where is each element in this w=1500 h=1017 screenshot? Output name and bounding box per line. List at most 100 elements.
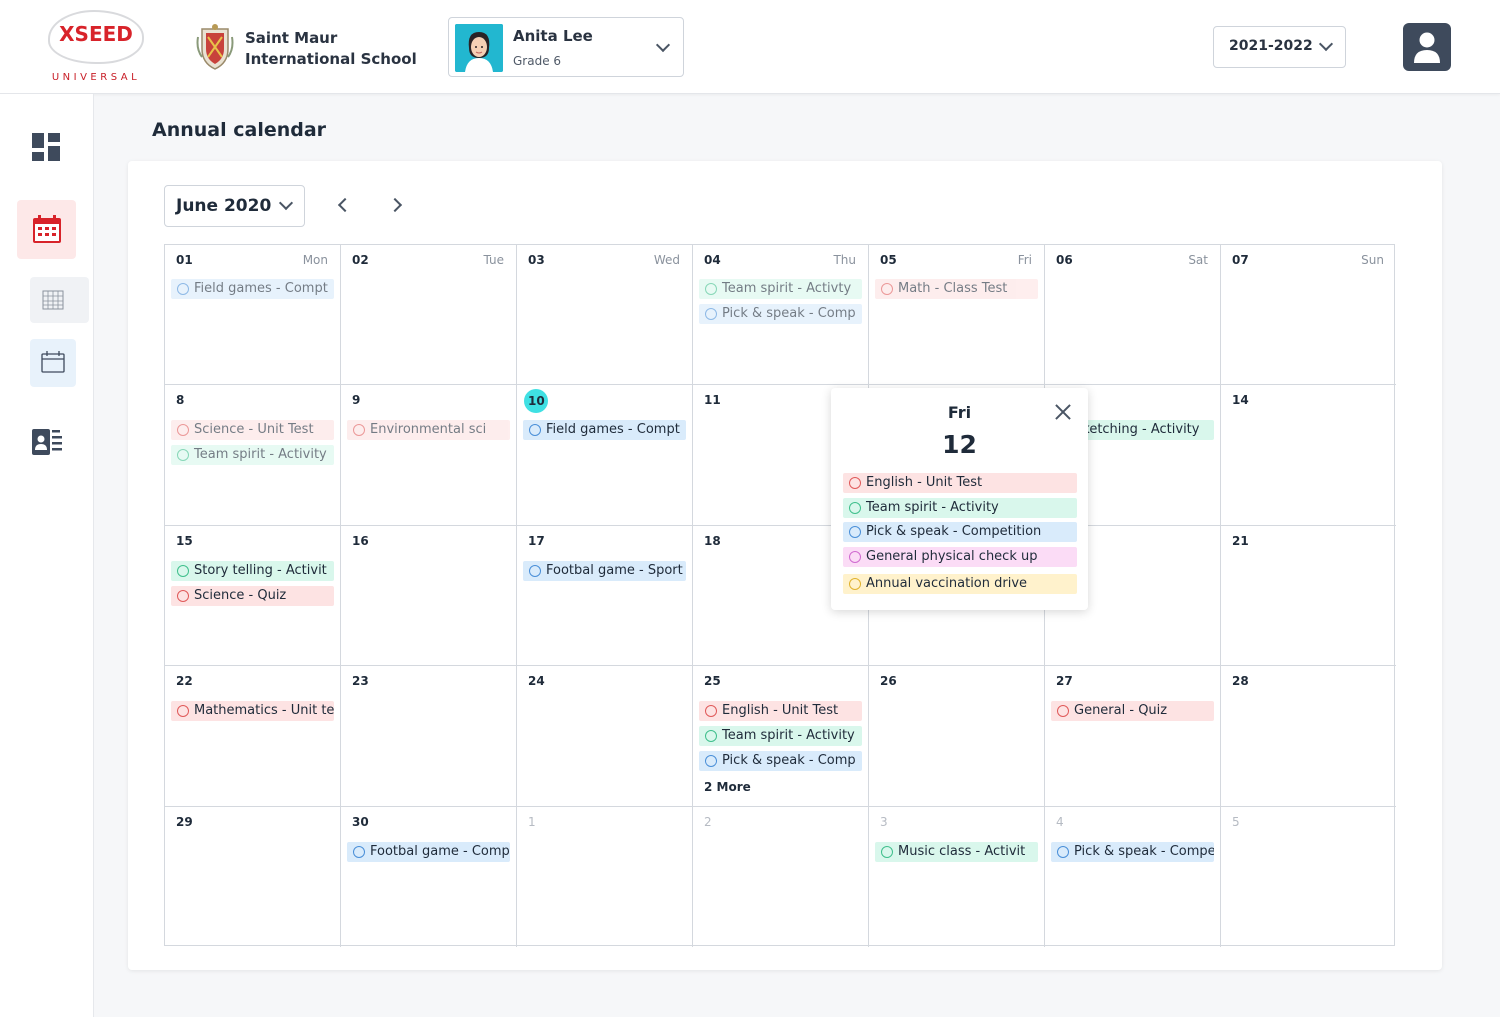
- calendar-day-cell[interactable]: 28: [1221, 666, 1396, 807]
- calendar-day-cell[interactable]: 10 Field games - Compt: [517, 385, 693, 526]
- popup-event[interactable]: Annual vaccination drive: [843, 574, 1077, 594]
- calendar-day-cell[interactable]: 07 Sun: [1221, 245, 1396, 386]
- calendar-event[interactable]: Field games - Compt: [171, 279, 334, 299]
- chevron-down-icon: [655, 37, 671, 53]
- calendar-day-cell[interactable]: 06 Sat: [1045, 245, 1221, 386]
- calendar-event[interactable]: Science - Unit Test: [171, 420, 334, 441]
- calendar-event[interactable]: Team spirit - Activty: [699, 279, 862, 299]
- event-label: Team spirit - Activity: [194, 447, 327, 463]
- event-label: Field games - Compt: [546, 422, 680, 438]
- calendar-event[interactable]: Footbal game - Compt: [347, 841, 510, 862]
- popup-event[interactable]: Pick & speak - Competition: [843, 522, 1077, 542]
- event-status-icon: [177, 589, 189, 602]
- weekday-label: Fri: [1017, 253, 1032, 267]
- calendar-day-cell[interactable]: 2: [693, 806, 869, 947]
- user-icon: [1414, 32, 1440, 63]
- calendar-day-cell[interactable]: 16: [341, 525, 517, 667]
- calendar-day-cell[interactable]: 15 Story telling - Activit Science - Quiz: [165, 525, 341, 667]
- planner-icon: [41, 351, 65, 373]
- profile-button[interactable]: [1403, 23, 1451, 71]
- calendar-day-cell[interactable]: 21: [1221, 526, 1396, 667]
- day-number: 02: [352, 253, 369, 267]
- more-events-link[interactable]: 2 More: [704, 780, 751, 794]
- event-label: Sketching - Activity: [1074, 422, 1200, 438]
- event-label: Footbal game - Compt: [370, 843, 510, 859]
- calendar-day-cell[interactable]: 1: [517, 806, 693, 947]
- next-month-button[interactable]: [383, 193, 407, 217]
- nav-report-card[interactable]: [17, 412, 76, 471]
- event-label: English - Unit Test: [722, 703, 839, 719]
- event-label: Pick & speak - Comp: [722, 753, 856, 769]
- calendar-day-cell[interactable]: 29: [165, 806, 341, 947]
- calendar-event[interactable]: Footbal game - Sport: [523, 560, 686, 581]
- calendar-event[interactable]: General - Quiz: [1051, 701, 1214, 722]
- nav-timetable[interactable]: [30, 277, 89, 323]
- day-number: 22: [176, 674, 193, 689]
- calendar-event[interactable]: Pick & speak - Comp: [699, 304, 862, 324]
- day-number: 30: [352, 814, 369, 829]
- nav-calendar[interactable]: [17, 200, 76, 259]
- calendar-day-cell[interactable]: 17 Footbal game - Sport: [517, 525, 693, 667]
- event-status-icon: [177, 705, 189, 718]
- event-status-icon: [705, 705, 717, 718]
- calendar-day-cell[interactable]: 14: [1221, 385, 1396, 526]
- calendar-day-cell[interactable]: 23: [341, 666, 517, 807]
- calendar-event[interactable]: English - Unit Test: [699, 701, 862, 722]
- calendar-event[interactable]: Pick & speak - Comp: [699, 751, 862, 772]
- calendar-event[interactable]: Field games - Compt: [523, 420, 686, 441]
- calendar-event[interactable]: Team spirit - Activity: [699, 726, 862, 747]
- calendar-event[interactable]: Mathematics - Unit test: [171, 701, 334, 722]
- calendar-day-cell[interactable]: 30 Footbal game - Compt: [341, 806, 517, 947]
- calendar-day-cell[interactable]: 4 Pick & speak - Compet: [1045, 806, 1221, 947]
- calendar-day-cell[interactable]: 3 Music class - Activit: [869, 806, 1045, 947]
- prev-month-button[interactable]: [333, 193, 357, 217]
- popup-event[interactable]: General physical check up: [843, 547, 1077, 567]
- calendar-day-cell[interactable]: 25 English - Unit Test Team spirit - Activ…: [693, 666, 869, 807]
- event-label: Story telling - Activit: [194, 562, 327, 578]
- calendar-day-cell[interactable]: 22 Mathematics - Unit test: [165, 666, 341, 807]
- event-label: Pick & speak - Comp: [722, 306, 856, 321]
- calendar-event[interactable]: Math - Class Test: [875, 279, 1038, 299]
- calendar-day-cell[interactable]: 05 Fri Math - Class Test: [869, 245, 1045, 386]
- popup-event[interactable]: English - Unit Test: [843, 473, 1077, 493]
- calendar-day-cell[interactable]: 27 General - Quiz: [1045, 666, 1221, 807]
- calendar-day-cell[interactable]: 02 Tue: [341, 245, 517, 386]
- calendar-day-cell[interactable]: 8 Science - Unit Test Team spirit - Activi…: [165, 385, 341, 526]
- calendar-event[interactable]: Team spirit - Activity: [171, 445, 334, 466]
- calendar-event[interactable]: Science - Quiz: [171, 585, 334, 606]
- sidebar: [0, 94, 94, 1017]
- nav-dashboard[interactable]: [17, 116, 76, 175]
- academic-year-select[interactable]: 2021-2022: [1213, 26, 1346, 68]
- calendar-day-cell[interactable]: 03 Wed: [517, 245, 693, 386]
- day-number: 28: [1232, 674, 1249, 689]
- calendar-day-cell[interactable]: 24: [517, 666, 693, 807]
- event-status-icon: [705, 283, 717, 295]
- calendar-event[interactable]: Pick & speak - Compet: [1051, 841, 1214, 862]
- day-number: 01: [176, 253, 193, 267]
- calendar-event[interactable]: Environmental sci: [347, 420, 510, 441]
- close-icon[interactable]: [1053, 402, 1073, 422]
- weekday-label: Sun: [1361, 253, 1384, 267]
- chevron-left-icon: [337, 197, 353, 213]
- calendar-day-cell[interactable]: 04 Thu Team spirit - Activty Pick & speak -…: [693, 245, 869, 386]
- calendar-day-cell[interactable]: 9 Environmental sci: [341, 385, 517, 526]
- popup-event[interactable]: Team spirit - Activity: [843, 498, 1077, 518]
- student-selector[interactable]: Anita Lee Grade 6: [448, 17, 684, 77]
- page-title: Annual calendar: [152, 119, 327, 141]
- nav-planner[interactable]: [30, 339, 76, 387]
- day-number: 1: [528, 814, 536, 829]
- day-number: 27: [1056, 674, 1073, 689]
- school-name: Saint Maur International School: [245, 28, 417, 70]
- calendar-event[interactable]: Story telling - Activit: [171, 560, 334, 581]
- day-number: 14: [1232, 393, 1249, 408]
- calendar-day-cell[interactable]: 01 Mon Field games - Compt: [165, 245, 341, 386]
- month-select[interactable]: June 2020: [164, 185, 305, 227]
- event-status-icon: [177, 424, 189, 437]
- calendar-day-cell[interactable]: 5: [1221, 807, 1396, 947]
- day-number: 26: [880, 674, 897, 689]
- xseed-logo[interactable]: XSEED UNIVERSAL: [44, 10, 148, 86]
- calendar-event[interactable]: Music class - Activit: [875, 841, 1038, 862]
- event-status-icon: [705, 755, 717, 768]
- calendar-day-cell[interactable]: 26: [869, 666, 1045, 807]
- chevron-down-icon: [278, 195, 294, 211]
